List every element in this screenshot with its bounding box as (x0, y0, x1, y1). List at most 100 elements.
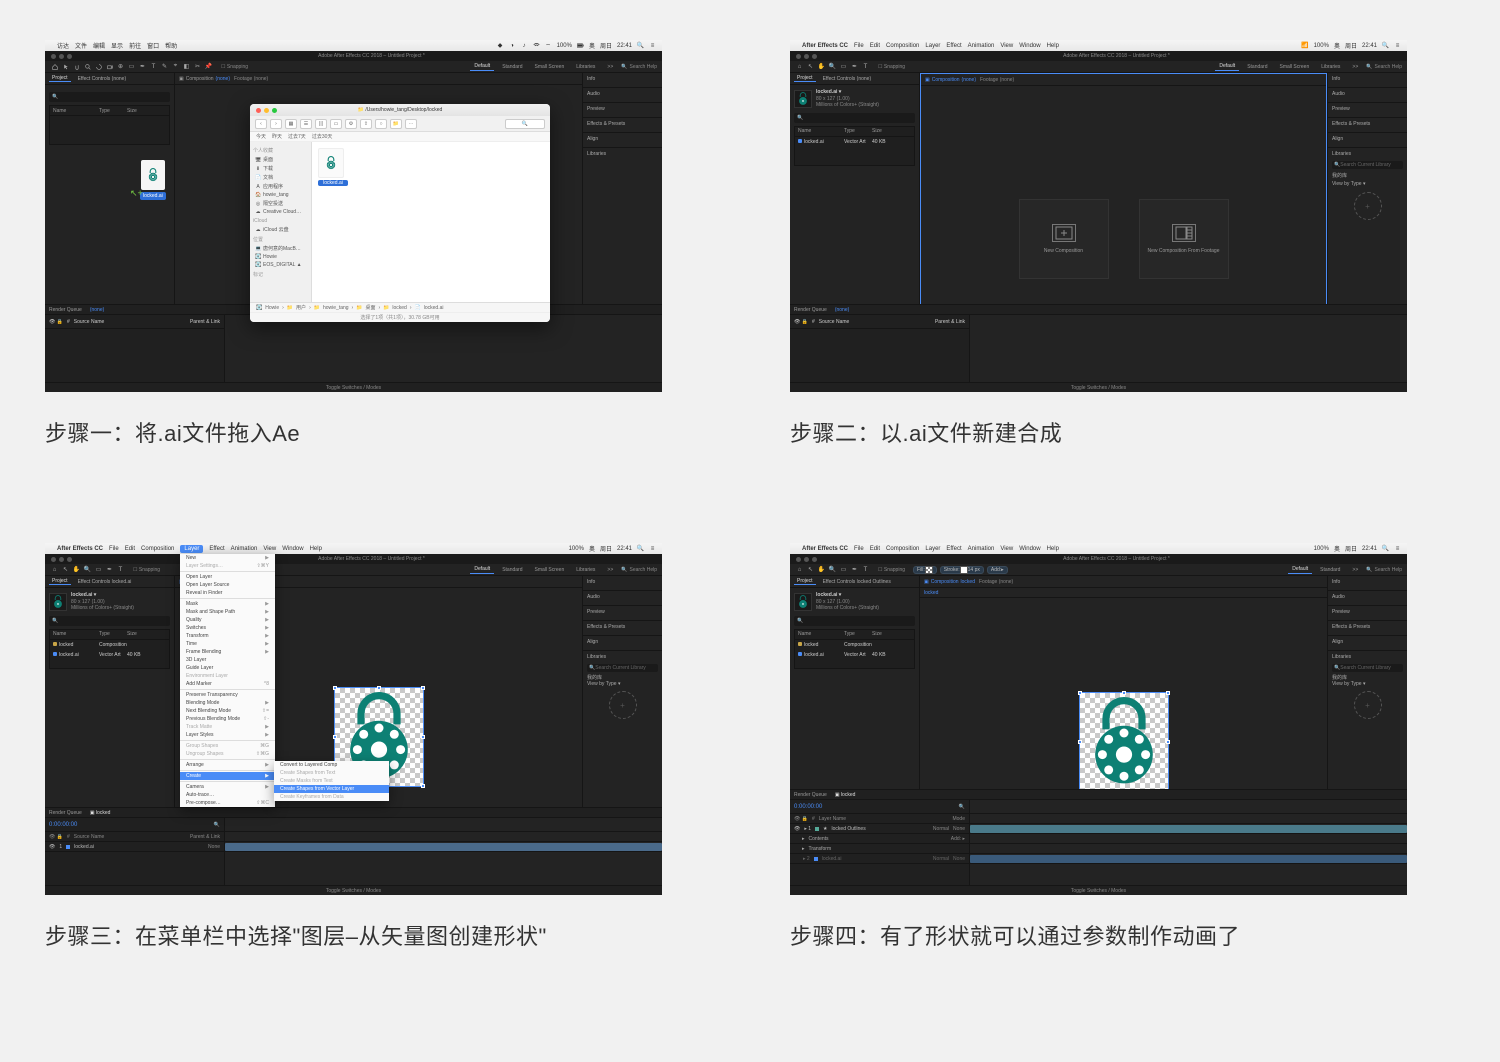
finder-cat-30days[interactable]: 过去30天 (312, 133, 333, 140)
finder-view-icons[interactable]: ▦ (285, 119, 297, 129)
layer-menu-item[interactable]: Preserve Transparency (180, 691, 275, 699)
layer-menu-item[interactable]: Blending Mode▶ (180, 699, 275, 707)
menu-help[interactable]: 帮助 (165, 41, 177, 50)
menu-view[interactable]: View (1000, 43, 1013, 49)
text-tool-icon[interactable]: T (149, 62, 158, 71)
finder-arrange[interactable]: ⚙ (345, 119, 357, 129)
stroke-control[interactable]: Stroke: 14 px (940, 566, 984, 574)
layer-submenu-item[interactable]: Create Shapes from Vector Layer (274, 785, 389, 793)
layer-menu-item[interactable]: Auto-trace… (180, 791, 275, 799)
menu-window[interactable]: 窗口 (147, 41, 159, 50)
layer-contents[interactable]: ▸ ContentsAdd: ▸ (790, 834, 969, 844)
roto-tool-icon[interactable]: ✂ (193, 62, 202, 71)
menu-layer[interactable]: Layer (925, 43, 940, 49)
puppet-tool-icon[interactable]: 📌 (204, 62, 213, 71)
camera-tool-icon[interactable] (105, 62, 114, 71)
info-panel[interactable]: Info (583, 73, 662, 88)
layer-menu-item[interactable]: Add Marker^8 (180, 680, 275, 688)
workspace-more[interactable]: >> (603, 62, 617, 71)
headphones-icon[interactable]: ♪ (521, 42, 528, 49)
wifi-icon[interactable] (533, 42, 540, 49)
stroke-swatch-icon[interactable] (960, 566, 968, 574)
project-list[interactable]: Name Type Size locked.ai Vector Art 40 K… (794, 126, 915, 166)
timeline-timecode[interactable]: 0:00:00:00 (49, 822, 77, 828)
workspace-small[interactable]: Small Screen (530, 62, 568, 71)
battery-icon[interactable] (577, 42, 584, 49)
sidebar-loc-1[interactable]: 💽Howie (253, 253, 308, 261)
sidebar-icloud[interactable]: ☁iCloud 云盘 (253, 225, 308, 234)
add-control[interactable]: Add: ▸ (987, 566, 1008, 574)
menu-edit[interactable]: Edit (870, 43, 880, 49)
zoom-tool-icon[interactable]: 🔍 (828, 62, 837, 71)
sidebar-downloads[interactable]: ⬇下载 (253, 164, 308, 173)
layer-menu-item[interactable]: Create▶ (180, 772, 275, 780)
spotlight-icon[interactable]: 🔍 (1382, 42, 1389, 49)
selection-tool-icon[interactable]: ↖ (806, 62, 815, 71)
layer-menu-item[interactable]: Open Layer Source (180, 581, 275, 589)
layer-menu-item[interactable]: New▶ (180, 554, 275, 562)
layer-menu-item[interactable]: Layer Styles▶ (180, 731, 275, 739)
sidebar-apps[interactable]: A应用程序 (253, 182, 308, 191)
comp-tab[interactable]: ▣ Composition (none) (925, 77, 976, 83)
timeline-none-tab[interactable]: (none) (90, 307, 104, 313)
menu-window[interactable]: Window (1019, 43, 1040, 49)
layer-menu-item[interactable]: Pre-compose…⇧⌘C (180, 799, 275, 807)
shape-tool-icon[interactable]: ▭ (839, 62, 848, 71)
finder-cat-yesterday[interactable]: 昨天 (272, 133, 282, 140)
finder-cat-today[interactable]: 今天 (256, 133, 266, 140)
hand-tool-icon[interactable]: ✋ (817, 62, 826, 71)
project-item-locked-ai[interactable]: locked.ai Vector Art 40 KB (795, 137, 914, 147)
text-tool-icon[interactable]: T (861, 62, 870, 71)
finder-fwd-button[interactable]: › (270, 119, 282, 129)
layer-menu-item[interactable]: Switches▶ (180, 624, 275, 632)
search-help[interactable]: 🔍 Search Help (621, 62, 657, 71)
sidebar-loc-0[interactable]: 💻唐何意的MacB… (253, 244, 308, 253)
finder-new-folder[interactable]: 📁 (390, 119, 402, 129)
dropbox-icon[interactable]: ◆ (497, 42, 504, 49)
toggle-switches[interactable]: Toggle Switches / Modes (45, 382, 662, 392)
spotlight-icon[interactable]: 🔍 (637, 42, 644, 49)
layer-menu-item[interactable]: Quality▶ (180, 616, 275, 624)
finder-file-locked-ai[interactable]: locked.ai (318, 148, 348, 186)
sidebar-desktop[interactable]: 🖥桌面 (253, 155, 308, 164)
library-name[interactable]: 我的库 (1332, 171, 1403, 180)
comp-tab[interactable]: ▣ Composition (none) (179, 76, 230, 82)
finder-content[interactable]: locked.ai (312, 142, 550, 302)
preview-panel[interactable]: Preview (583, 103, 662, 118)
menu-layer-highlighted[interactable]: Layer (180, 545, 203, 553)
align-panel[interactable]: Align (583, 133, 662, 148)
menu-effect[interactable]: Effect (946, 43, 961, 49)
render-queue-tab[interactable]: Render Queue (49, 307, 82, 313)
layer-menu-item[interactable]: Camera▶ (180, 783, 275, 791)
project-item-comp[interactable]: locked Composition (50, 640, 169, 650)
notification-center-icon[interactable]: ≡ (1394, 42, 1401, 49)
library-search[interactable]: 🔍 Search Current Library (1332, 161, 1403, 169)
menu-file[interactable]: 文件 (75, 41, 87, 50)
layer-menu-item[interactable]: Transform▶ (180, 632, 275, 640)
clone-tool-icon[interactable]: ⌖ (171, 62, 180, 71)
menu-help[interactable]: Help (1047, 43, 1059, 49)
view-by-type[interactable]: View by Type ▾ (1332, 180, 1403, 188)
sidebar-loc-2[interactable]: 💽EOS_DIGITAL ▲ (253, 261, 308, 269)
finder-tags-btn[interactable]: ○ (375, 119, 387, 129)
finder-view-columns[interactable]: ||| (315, 119, 327, 129)
sidebar-cc[interactable]: ☁Creative Cloud… (253, 208, 308, 216)
layer-menu-item[interactable]: Reveal in Finder (180, 589, 275, 597)
effect-controls-tab[interactable]: Effect Controls (none) (75, 76, 130, 82)
finder-action[interactable]: ⋯ (405, 119, 417, 129)
layer-menu-item[interactable]: Mask and Shape Path▶ (180, 608, 275, 616)
anchor-tool-icon[interactable]: ⊕ (116, 62, 125, 71)
eraser-tool-icon[interactable]: ◧ (182, 62, 191, 71)
pen-tool-icon[interactable]: ✒ (138, 62, 147, 71)
layer-menu-item[interactable]: Guide Layer (180, 664, 275, 672)
layer-transform[interactable]: ▸ Transform (790, 844, 969, 854)
layer-menu-item[interactable]: Frame Blending▶ (180, 648, 275, 656)
layer-locked-ai[interactable]: 👁1locked.ai None (45, 842, 224, 852)
project-item-locked-ai[interactable]: locked.ai Vector Art 40 KB (50, 650, 169, 660)
layer-menu-item[interactable]: Open Layer (180, 573, 275, 581)
finder-view-gallery[interactable]: ▭ (330, 119, 342, 129)
workspace-libraries[interactable]: Libraries (572, 62, 599, 71)
layer-create-submenu[interactable]: Convert to Layered CompCreate Shapes fro… (274, 761, 389, 801)
project-tab[interactable]: Project (794, 75, 816, 82)
fill-control[interactable]: Fill: (913, 566, 937, 574)
